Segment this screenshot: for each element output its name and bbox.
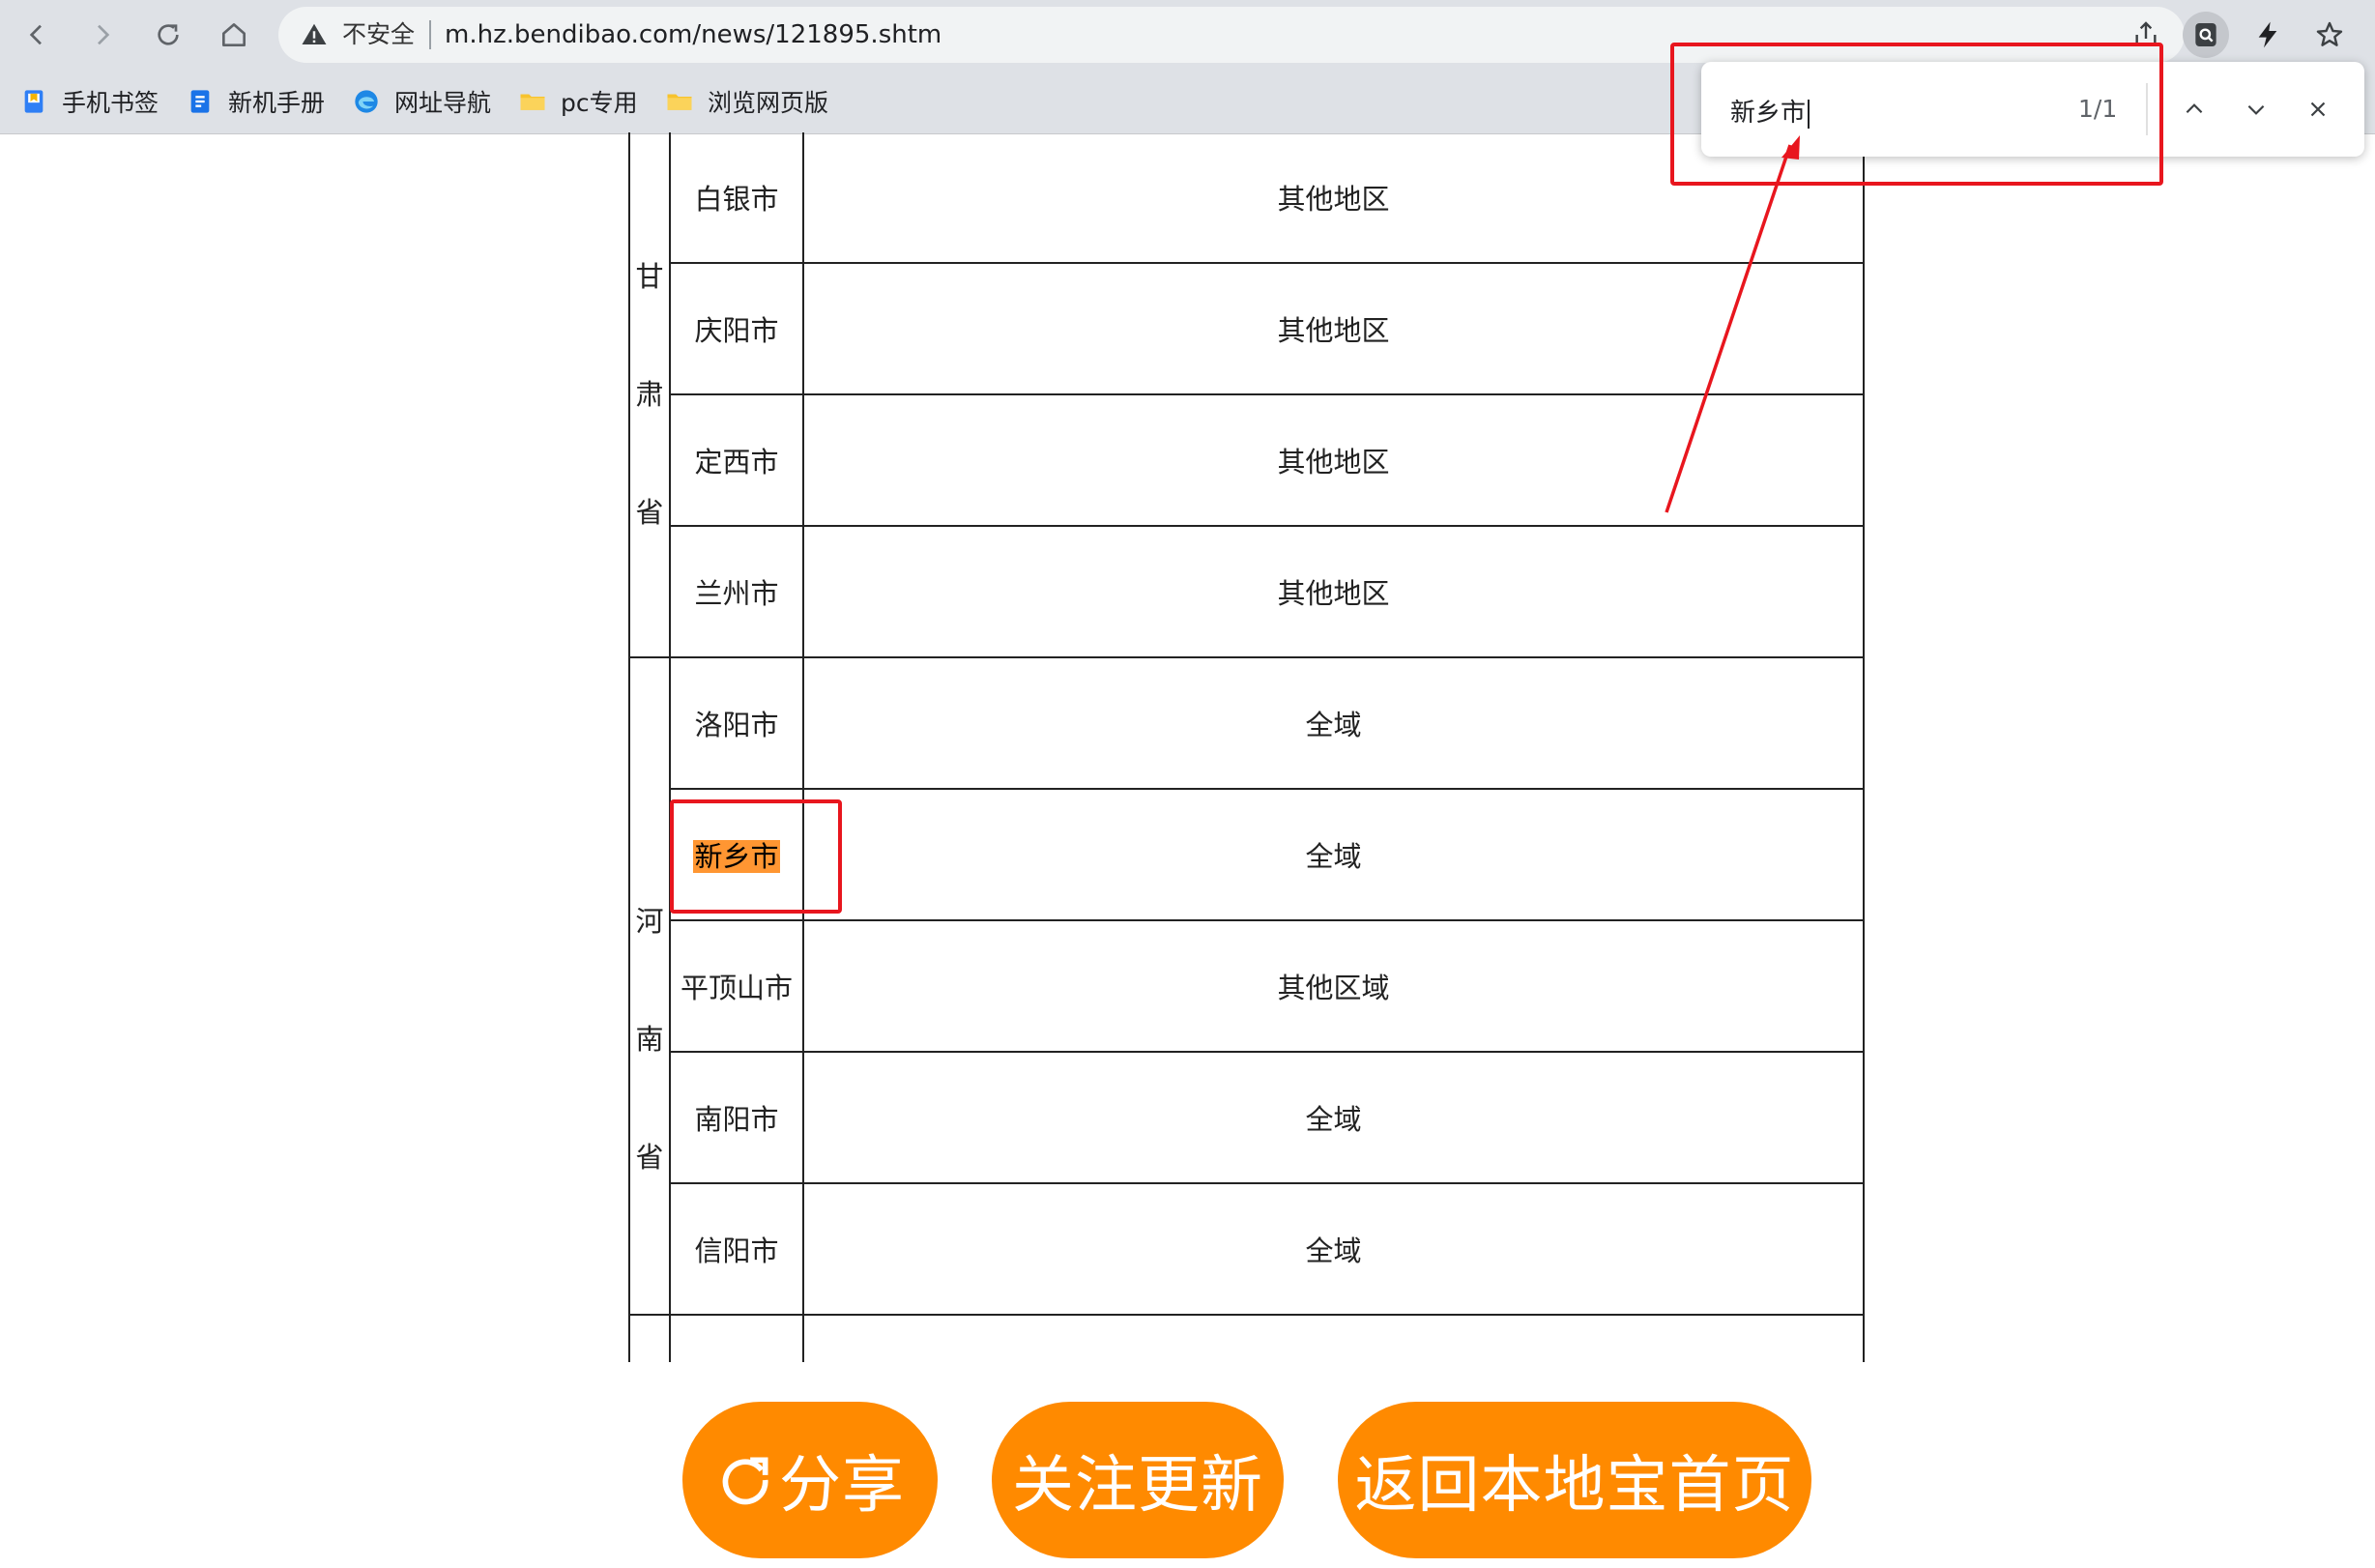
home-label: 返回本地宝首页 (1354, 1450, 1795, 1522)
share-refresh-icon (722, 1457, 768, 1505)
follow-updates-button[interactable]: 关注更新 (992, 1402, 1284, 1558)
share-button[interactable]: 分享 (682, 1402, 938, 1558)
follow-label: 关注更新 (1012, 1450, 1263, 1522)
share-label: 分享 (779, 1450, 905, 1522)
annotation-arrow (1665, 135, 1800, 513)
back-to-home-button[interactable]: 返回本地宝首页 (1338, 1402, 1811, 1558)
